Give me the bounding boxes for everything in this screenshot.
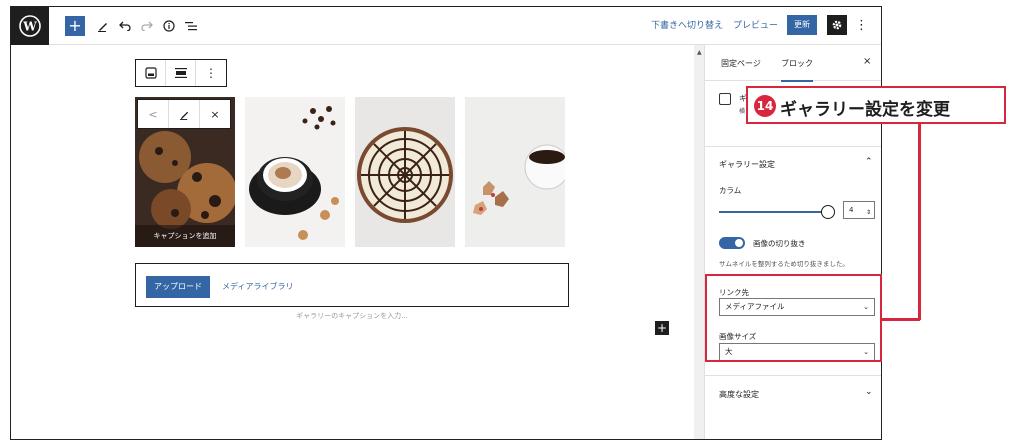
sidebar-tabs: 固定ページ ブロック × <box>705 45 881 82</box>
remove-image-button[interactable]: × <box>200 100 230 128</box>
step-number-badge: 14 <box>754 95 776 117</box>
pencil-icon[interactable] <box>169 100 200 128</box>
advanced-heading[interactable]: 高度な設定 <box>719 389 759 400</box>
chevron-up-icon[interactable]: ⌃ <box>865 157 873 167</box>
image-caption[interactable]: キャプションを追加 <box>135 231 235 241</box>
columns-label: カラム <box>719 186 742 195</box>
list-view-icon[interactable] <box>181 16 201 36</box>
gallery-caption-input[interactable]: ギャラリーのキャプションを入力... <box>135 311 569 321</box>
move-left-button[interactable]: < <box>138 100 169 128</box>
undo-icon[interactable] <box>115 16 135 36</box>
editor-toolbar: W + 下書きへ切り替え プレビュー 更新 ⋮ <box>11 7 881 45</box>
wordpress-icon[interactable]: W <box>11 7 49 45</box>
more-options-icon[interactable]: ⋮ <box>855 16 868 36</box>
block-more-icon[interactable]: ⋮ <box>196 60 226 86</box>
media-library-button[interactable]: メディアライブラリ <box>222 281 293 292</box>
editor-canvas: ⋮ < × キャプションを追加 アップロード メディアライブラリ ギャラリーのキ… <box>11 45 694 439</box>
image-toolbar: < × <box>137 99 231 129</box>
gallery-image-cookies[interactable]: < × キャプションを追加 <box>135 97 235 247</box>
divider <box>705 375 881 376</box>
pencil-icon[interactable] <box>93 16 113 36</box>
tab-block[interactable]: ブロック <box>781 58 813 82</box>
gallery-image-spiderweb-cake[interactable] <box>355 97 455 247</box>
columns-slider-track[interactable] <box>719 211 827 213</box>
update-button[interactable]: 更新 <box>787 15 817 35</box>
info-icon[interactable] <box>159 16 179 36</box>
canvas-scrollbar[interactable] <box>694 45 704 439</box>
close-icon[interactable]: × <box>863 56 871 67</box>
annotation-connector <box>882 318 920 321</box>
gallery-icon <box>719 93 731 105</box>
switch-to-draft-link[interactable]: 下書きへ切り替え <box>651 18 723 31</box>
block-toolbar: ⋮ <box>135 59 227 87</box>
gallery-image-coffee-and-cookies[interactable] <box>465 97 565 247</box>
gallery-image-coffee-cup[interactable] <box>245 97 345 247</box>
add-block-plus-icon[interactable]: + <box>655 321 669 335</box>
gallery-icon[interactable] <box>136 60 166 86</box>
gallery-settings-heading[interactable]: ギャラリー設定 <box>719 159 775 170</box>
crop-toggle[interactable] <box>719 237 745 249</box>
columns-number-input[interactable]: 4 ⇕ <box>843 201 875 219</box>
annotation-callout: 14 ギャラリー設定を変更 <box>746 86 1006 124</box>
annotation-connector <box>918 124 921 320</box>
spinner-icon[interactable]: ⇕ <box>866 205 871 221</box>
columns-slider-thumb[interactable] <box>821 205 835 219</box>
align-icon[interactable] <box>166 60 196 86</box>
crop-help-text: サムネイルを整列するため切り抜きました。 <box>719 260 849 268</box>
gallery-block: < × キャプションを追加 <box>135 97 567 247</box>
gallery-upload-area: アップロード メディアライブラリ <box>135 263 569 307</box>
redo-icon[interactable] <box>137 16 157 36</box>
editor-window: W + 下書きへ切り替え プレビュー 更新 ⋮ ⋮ < × キャプションを追加 … <box>10 6 882 440</box>
chevron-down-icon[interactable]: ⌄ <box>865 387 873 397</box>
svg-text:W: W <box>22 20 37 34</box>
crop-label: 画像の切り抜き <box>753 239 806 248</box>
tab-page[interactable]: 固定ページ <box>721 58 761 69</box>
gear-icon[interactable] <box>827 15 847 35</box>
annotation-text: ギャラリー設定を変更 <box>780 100 950 120</box>
add-block-button[interactable]: + <box>65 16 85 36</box>
upload-button[interactable]: アップロード <box>146 276 210 298</box>
annotation-highlight-box <box>705 274 882 362</box>
preview-link[interactable]: プレビュー <box>733 18 778 31</box>
scroll-up-arrow-icon[interactable]: ▲ <box>697 49 702 56</box>
